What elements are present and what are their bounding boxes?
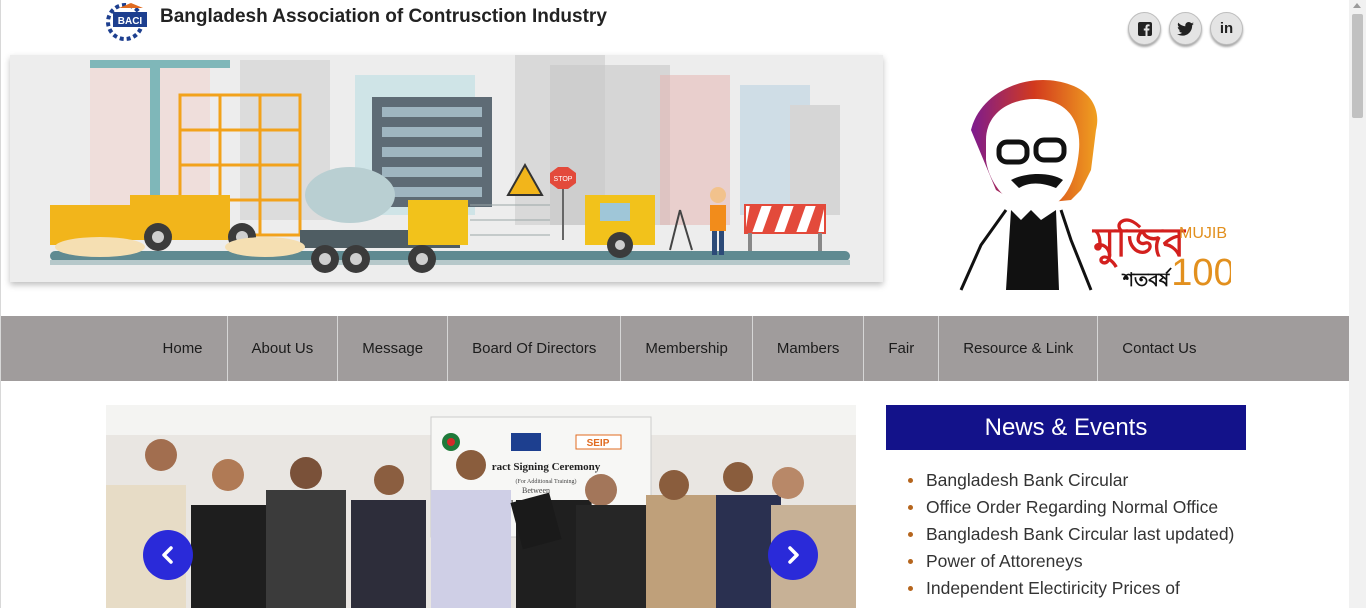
news-item[interactable]: Independent Electiricity Prices of — [908, 576, 1248, 603]
site-logo[interactable]: BACI — [105, 0, 149, 42]
nav-membership[interactable]: Membership — [620, 316, 752, 381]
nav-message[interactable]: Message — [337, 316, 447, 381]
news-item[interactable]: Power of Attoreneys — [908, 549, 1248, 576]
twitter-icon[interactable] — [1169, 12, 1202, 45]
chevron-left-icon — [162, 546, 173, 564]
nav-home[interactable]: Home — [139, 316, 227, 381]
nav-resource-link[interactable]: Resource & Link — [938, 316, 1097, 381]
scroll-up-arrow-icon[interactable] — [1353, 3, 1361, 8]
svg-text:(For Additional Training): (For Additional Training) — [515, 478, 576, 485]
slider-next-button[interactable] — [768, 530, 818, 580]
nav-members[interactable]: Mambers — [751, 316, 864, 381]
nav-contact-us[interactable]: Contact Us — [1097, 316, 1220, 381]
svg-text:SEIP: SEIP — [587, 438, 610, 449]
main-navigation: Home About Us Message Board Of Directors… — [1, 316, 1349, 381]
slider-prev-button[interactable] — [143, 530, 193, 580]
nav-about-us[interactable]: About Us — [226, 316, 338, 381]
nav-board-of-directors[interactable]: Board Of Directors — [447, 316, 620, 381]
svg-text:100: 100 — [1171, 252, 1231, 294]
news-item[interactable]: Bangladesh Bank Circular last updated) — [908, 522, 1248, 549]
social-links: in — [1128, 12, 1243, 45]
page-scrollbar[interactable] — [1349, 0, 1366, 608]
linkedin-glyph: in — [1219, 20, 1234, 37]
svg-text:MUJIB: MUJIB — [1179, 225, 1227, 242]
scrollbar-thumb[interactable] — [1352, 14, 1363, 118]
news-item[interactable]: Office Order Regarding Normal Office — [908, 495, 1248, 522]
chevron-right-icon — [788, 546, 799, 564]
facebook-icon[interactable] — [1128, 12, 1161, 45]
photo-slider: SEIP ract Signing Ceremony (For Addition… — [106, 405, 856, 608]
news-events-heading: News & Events — [886, 405, 1246, 450]
svg-text:BACI: BACI — [118, 16, 143, 27]
hero-banner: STOP — [10, 55, 883, 282]
news-list: Bangladesh Bank Circular Office Order Re… — [908, 468, 1248, 603]
mujib-100-logo: মুজিব শতবর্ষ MUJIB 100 — [941, 70, 1235, 300]
svg-text:ract Signing Ceremony: ract Signing Ceremony — [492, 461, 601, 473]
svg-text:শতবর্ষ: শতবর্ষ — [1121, 267, 1173, 291]
news-item[interactable]: Bangladesh Bank Circular — [908, 468, 1248, 495]
linkedin-icon[interactable]: in — [1210, 12, 1243, 45]
nav-fair[interactable]: Fair — [863, 316, 938, 381]
svg-text:STOP: STOP — [554, 176, 573, 183]
site-title[interactable]: Bangladesh Association of Contrusction I… — [160, 6, 607, 28]
